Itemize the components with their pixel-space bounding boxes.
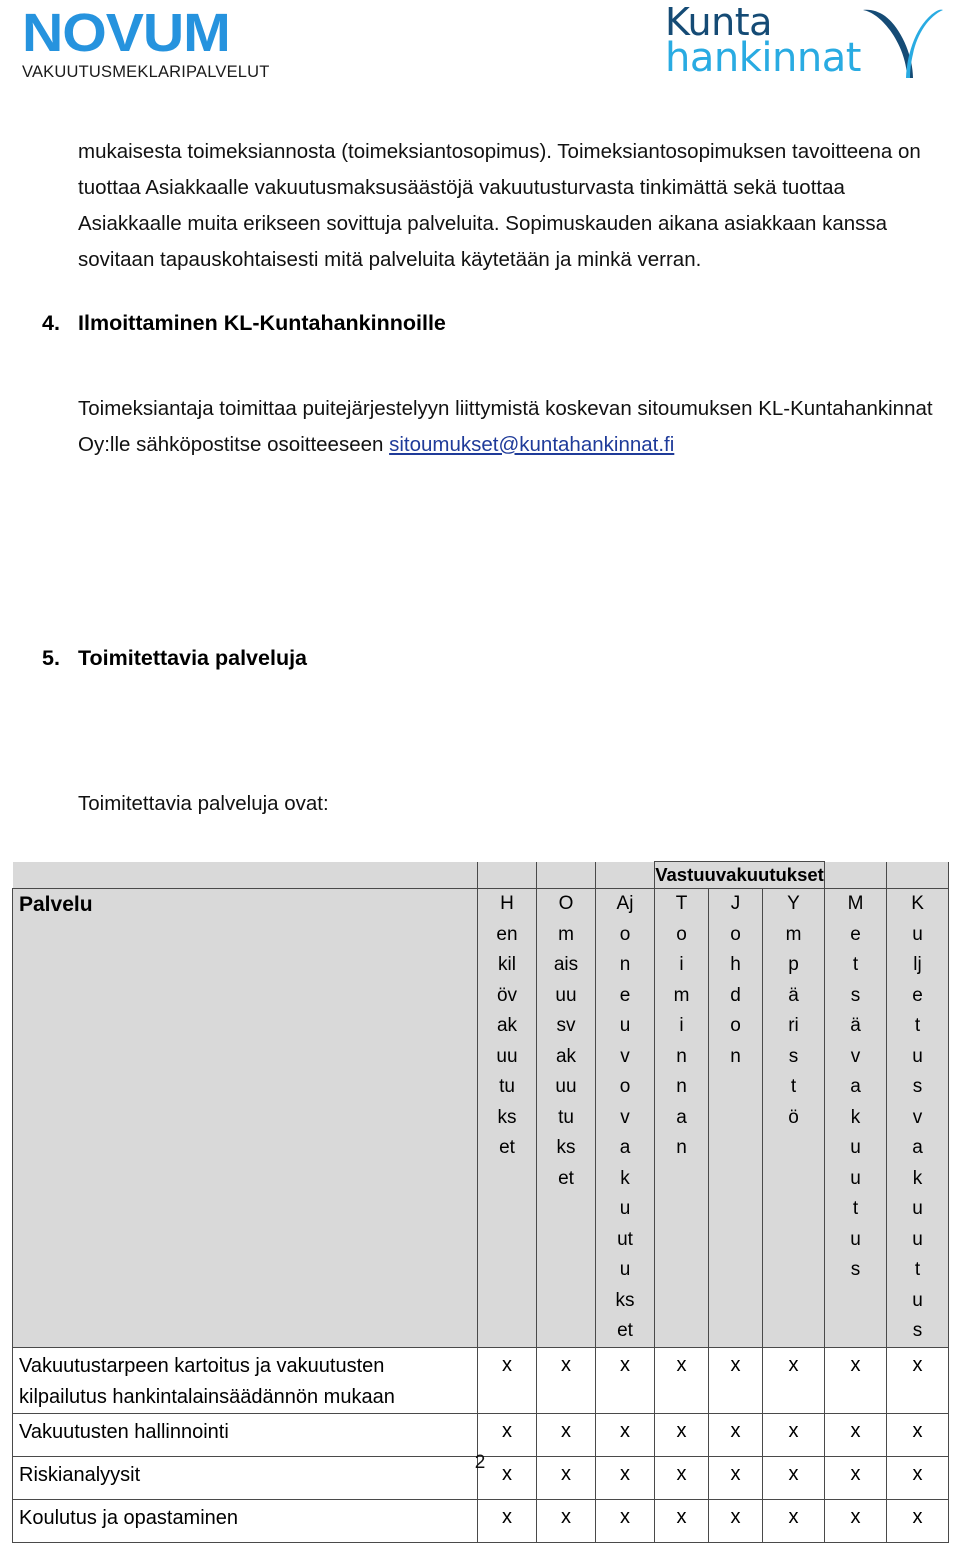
table-group-header-blank (536, 861, 596, 889)
section-5-paragraph: Toimitettavia palveluja ovat: (78, 791, 329, 815)
section-4-title: Ilmoittaminen KL-Kuntahankinnoille (78, 311, 446, 335)
table-cell-mark: x (654, 1498, 709, 1543)
table-cell-mark: x (761, 1346, 826, 1414)
table-header-col-ajoneuvovakuutukset: Aj o n e u v o v a k u ut u ks et (595, 888, 655, 1348)
table-cell-mark: x (708, 1498, 763, 1543)
table-group-header-blank (12, 861, 478, 889)
table-cell-mark: x (886, 1498, 950, 1543)
table-cell-mark: x (595, 1346, 655, 1414)
table-header-palvelu: Palvelu (12, 888, 478, 1348)
table-group-header-blank (824, 861, 888, 889)
table-cell-mark: x (886, 1346, 950, 1414)
section-4-number: 4. (42, 311, 60, 335)
table-header-col-metsävakuutus: Metsävakuutus (824, 888, 888, 1348)
table-header-col-kuljetusvakuutus: Ku lj e t u s v a k u u t u s (886, 888, 950, 1348)
table-cell-mark: x (824, 1412, 888, 1457)
novum-tagline: VAKUUTUSMEKLARIPALVELUT (22, 63, 270, 81)
page-number: 2 (474, 1452, 486, 1473)
sitoumukset-email-link[interactable]: sitoumukset@kuntahankinnat.fi (389, 433, 674, 456)
table-cell-mark: x (477, 1412, 537, 1457)
section-4-paragraph: Toimeksiantaja toimittaa puitejärjestely… (78, 391, 948, 463)
kunta-logo-line2: hankinnat (665, 35, 861, 81)
table-cell-mark: x (824, 1346, 888, 1414)
page-header: NOVUM VAKUUTUSMEKLARIPALVELUT Kunta hank… (0, 0, 960, 100)
intro-paragraph: mukaisesta toimeksiannosta (toimeksianto… (78, 139, 921, 271)
table-cell-mark: x (477, 1346, 537, 1414)
table-cell-mark: x (654, 1412, 709, 1457)
table-header-col-johdon: Johdon (708, 888, 763, 1348)
checkmark-swoosh-icon (863, 9, 943, 78)
section-5-number: 5. (42, 646, 60, 670)
table-header-col-henkilövakuutukset: Hen kil öv ak uu tu ks et (477, 888, 537, 1348)
table-cell-mark: x (761, 1498, 826, 1543)
table-row: Vakuutustarpeen kartoitus ja vakuutusten… (12, 1346, 950, 1414)
table-cell-mark: x (536, 1346, 596, 1414)
table-row-label: Vakuutustarpeen kartoitus ja vakuutusten… (12, 1346, 478, 1414)
table-header-col-ympäristö: Ym p ä ri s t ö (761, 888, 826, 1348)
table-row: Vakuutusten hallinnointi x x x x x x x x (12, 1412, 950, 1457)
section-5-title: Toimitettavia palveluja (78, 646, 308, 670)
table-header-row: Palvelu Hen kil öv ak uu tu ks et Om ais uu sv ak uu tu… (12, 888, 950, 1348)
table-row: Koulutus ja opastaminen x x x x x x x x (12, 1498, 950, 1543)
table-group-header-blank (595, 861, 655, 889)
table-cell-mark: x (654, 1346, 709, 1414)
table-group-header-blank (886, 861, 950, 889)
table-group-header-row: Vastuuvakuutukset (12, 861, 950, 889)
table-cell-mark: x (536, 1412, 596, 1457)
table-row-label: Vakuutusten hallinnointi (12, 1412, 478, 1457)
table-cell-mark: x (536, 1498, 596, 1543)
table-cell-mark: x (708, 1346, 763, 1414)
table-header-col-omaisuusvakuutukset: Om ais uu sv ak uu tu ks et (536, 888, 596, 1348)
services-table: Vastuuvakuutukset Palvelu Hen kil öv ak uu tu ks… (12, 861, 950, 1543)
table-row-label: Koulutus ja opastaminen (12, 1498, 478, 1543)
table-group-header-blank (477, 861, 537, 889)
table-cell-mark: x (761, 1412, 826, 1457)
table-cell-mark: x (595, 1498, 655, 1543)
kunta-hankinnat-logo: Kunta hankinnat (665, 2, 945, 86)
table-group-header-vastuuvakuutukset: Vastuuvakuutukset (653, 861, 826, 889)
table-cell-mark: x (886, 1412, 950, 1457)
table-cell-mark: x (477, 1498, 537, 1543)
section-4-heading: 4. Ilmoittaminen KL-Kuntahankinnoille (42, 310, 446, 336)
table-header-col-toiminnan: Toiminnan (654, 888, 709, 1348)
novum-logo: NOVUM VAKUUTUSMEKLARIPALVELUT (22, 6, 287, 81)
table-cell-mark: x (708, 1412, 763, 1457)
novum-wordmark: NOVUM (22, 3, 231, 63)
table-cell-mark: x (824, 1498, 888, 1543)
section-5-heading: 5. Toimitettavia palveluja (42, 645, 307, 671)
table-cell-mark: x (595, 1412, 655, 1457)
